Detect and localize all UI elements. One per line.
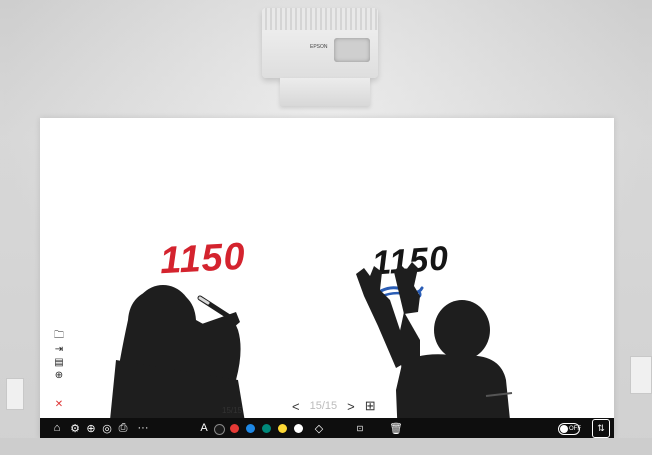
swap-icon[interactable]: ⇅ <box>592 419 610 438</box>
camera-icon[interactable]: ◎ <box>100 421 114 435</box>
color-yellow-swatch[interactable] <box>278 424 287 433</box>
delete-page-icon[interactable]: ✕ <box>52 398 66 411</box>
floor <box>0 438 652 455</box>
color-black-swatch[interactable] <box>214 424 225 435</box>
more-icon[interactable]: ··· <box>134 421 152 435</box>
zoom-icon[interactable]: ⊕ <box>52 369 66 382</box>
boy-silhouette <box>356 262 512 440</box>
home-icon[interactable]: ⌂ <box>50 421 64 435</box>
trash-icon[interactable]: 🗑 <box>389 421 403 435</box>
color-green-swatch[interactable] <box>262 424 271 433</box>
page-indicator: 15/15 <box>309 400 338 412</box>
prev-page-button[interactable]: < <box>292 399 300 414</box>
page-navigation: < 15/15 > ⊞ <box>292 398 376 414</box>
eraser-icon[interactable]: ◇ <box>312 421 326 435</box>
zoom-in-icon[interactable]: ⊕ <box>84 421 98 435</box>
toggle-label: OFF <box>569 426 581 432</box>
bottom-toolbar: ⌂ ⚙ ⊕ ◎ ⎙ ··· A ◇ ⊡ 🗑 OFF ⇅ <box>40 418 614 438</box>
next-page-button[interactable]: > <box>347 399 355 414</box>
page-count-label: 15/15 <box>222 406 243 415</box>
import-icon[interactable]: ⇥ <box>52 343 66 356</box>
girl-silhouette <box>108 285 248 440</box>
toggle-knob <box>560 425 568 433</box>
settings-icon[interactable]: ⚙ <box>68 421 82 435</box>
folder-icon[interactable]: 🗀 <box>52 330 66 343</box>
display-toggle[interactable]: OFF <box>558 423 581 435</box>
select-tools-icon[interactable]: ⊡ <box>338 421 382 435</box>
text-tool-icon[interactable]: A <box>198 421 210 435</box>
color-red-swatch[interactable] <box>230 424 239 433</box>
color-white-swatch[interactable] <box>294 424 303 433</box>
add-page-button[interactable]: ⊞ <box>365 398 376 414</box>
left-sidebar: 🗀 ⇥ ▤ ⊕ <box>52 330 68 382</box>
layout-icon[interactable]: ▤ <box>52 356 66 369</box>
color-blue-swatch[interactable] <box>246 424 255 433</box>
people-silhouettes <box>108 262 513 440</box>
print-icon[interactable]: ⎙ <box>116 421 130 435</box>
